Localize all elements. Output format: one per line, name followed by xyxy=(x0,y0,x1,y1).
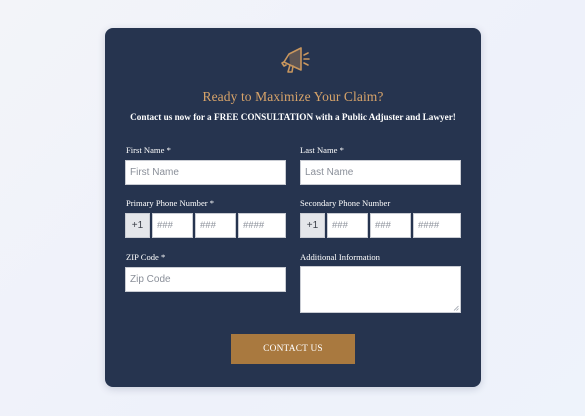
primary-phone-label: Primary Phone Number * xyxy=(126,198,215,208)
primary-phone-line-input[interactable]: #### xyxy=(238,213,286,238)
zip-code-input[interactable]: Zip Code xyxy=(125,267,286,292)
secondary-phone-area-input[interactable]: ### xyxy=(327,213,368,238)
resize-grip-icon[interactable] xyxy=(453,305,459,311)
secondary-phone-prefix-input[interactable]: ### xyxy=(370,213,411,238)
form-headline: Ready to Maximize Your Claim? xyxy=(202,89,384,104)
first-name-input[interactable]: First Name xyxy=(125,160,286,185)
primary-phone-country-code: +1 xyxy=(125,213,150,238)
page-background: Ready to Maximize Your Claim? Contact us… xyxy=(0,0,585,416)
last-name-label: Last Name * xyxy=(300,145,344,155)
first-name-label: First Name * xyxy=(126,145,171,155)
secondary-phone-line-input[interactable]: #### xyxy=(413,213,461,238)
zip-code-label: ZIP Code * xyxy=(126,252,166,262)
form-subheadline: Contact us now for a FREE CONSULTATION w… xyxy=(130,112,456,122)
additional-info-label: Additional Information xyxy=(300,252,380,262)
contact-us-button[interactable]: CONTACT US xyxy=(231,334,355,364)
contact-form-card: Ready to Maximize Your Claim? Contact us… xyxy=(105,28,481,387)
additional-info-textarea[interactable] xyxy=(300,266,461,313)
secondary-phone-country-code: +1 xyxy=(300,213,325,238)
megaphone-icon xyxy=(277,41,311,75)
last-name-input[interactable]: Last Name xyxy=(300,160,461,185)
secondary-phone-label: Secondary Phone Number xyxy=(300,198,391,208)
primary-phone-prefix-input[interactable]: ### xyxy=(195,213,236,238)
primary-phone-area-input[interactable]: ### xyxy=(152,213,193,238)
